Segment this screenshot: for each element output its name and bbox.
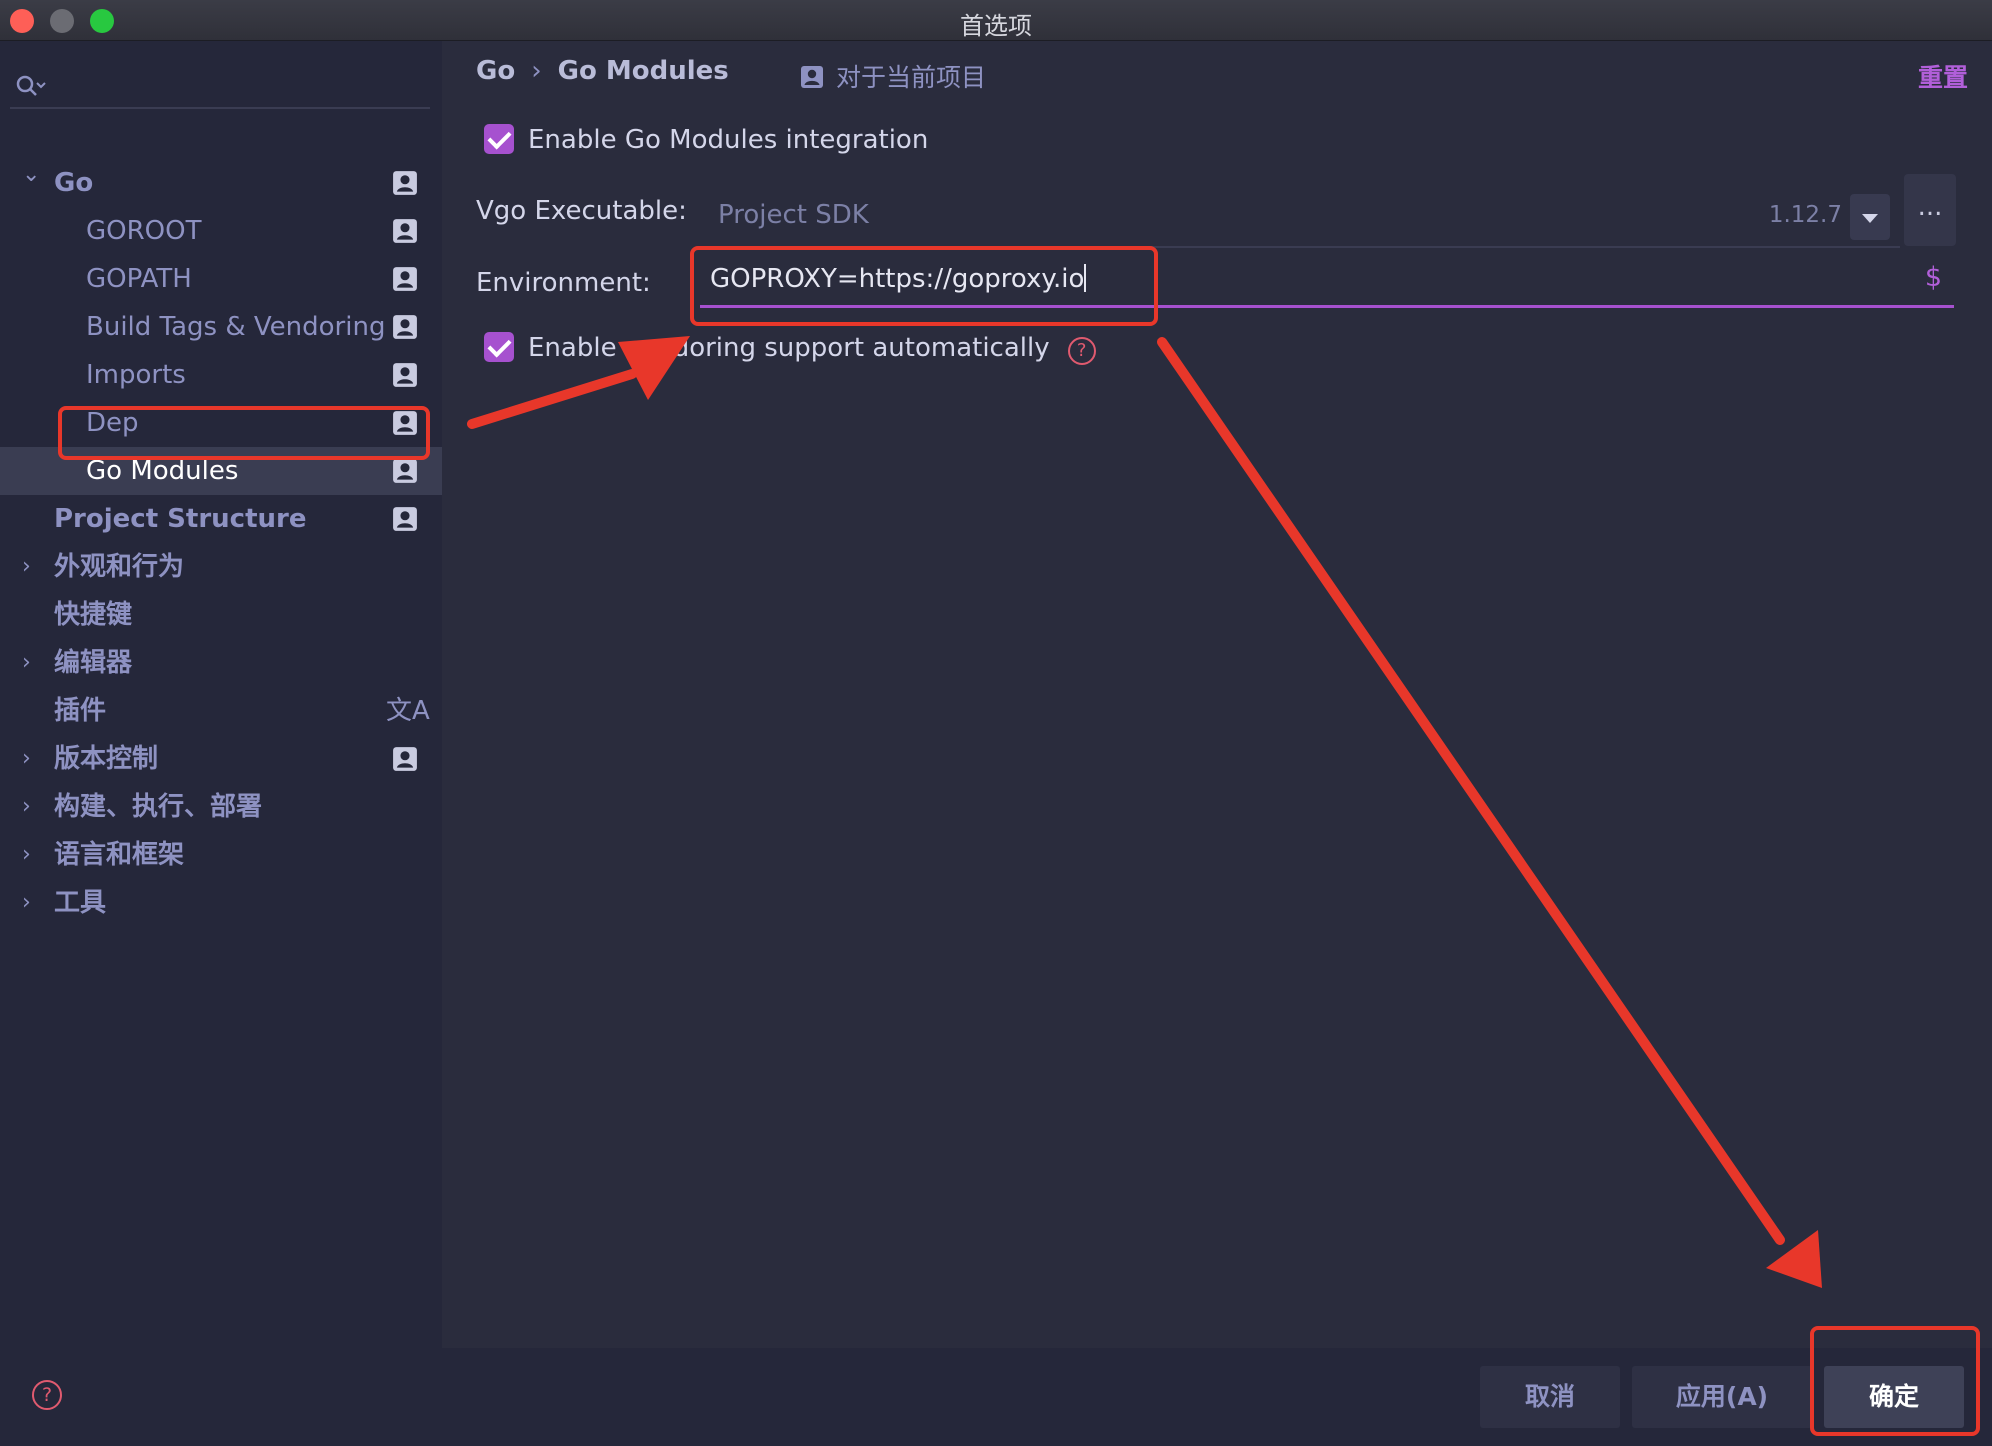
sidebar-item-item-9[interactable]: 快捷键 <box>0 591 442 639</box>
project-icon <box>393 747 417 771</box>
vgo-executable-value: Project SDK <box>718 200 869 230</box>
chevron-down-icon[interactable] <box>1850 194 1890 240</box>
sidebar-item-label: Go <box>54 168 94 198</box>
chevron-right-icon[interactable]: › <box>22 639 31 687</box>
sidebar-item-imports[interactable]: Imports <box>0 351 442 399</box>
vgo-executable-select[interactable]: Project SDK 1.12.7 <box>700 186 1900 248</box>
sdk-version: 1.12.7 <box>1768 202 1842 228</box>
search-icon <box>16 75 46 96</box>
sidebar-item-build-tags-vendoring[interactable]: Build Tags & Vendoring <box>0 303 442 351</box>
sidebar-item-goroot[interactable]: GOROOT <box>0 207 442 255</box>
project-icon <box>393 411 417 435</box>
sidebar-item-label: GOROOT <box>86 216 202 246</box>
environment-label: Environment: <box>476 268 651 298</box>
window-title: 首选项 <box>960 12 1032 40</box>
environment-input[interactable]: GOPROXY=https://goproxy.io $ <box>700 252 1954 308</box>
enable-modules-row[interactable]: Enable Go Modules integration <box>484 124 928 155</box>
sidebar-item-gopath[interactable]: GOPATH <box>0 255 442 303</box>
sidebar-item-project-structure[interactable]: Project Structure <box>0 495 442 543</box>
chevron-right-icon[interactable]: › <box>22 735 31 783</box>
sidebar-item-label: 工具 <box>54 888 107 918</box>
sidebar-item-label: 插件 <box>54 696 107 726</box>
project-icon <box>393 507 417 531</box>
chevron-right-icon[interactable]: › <box>22 783 31 831</box>
sidebar-item-label: 快捷键 <box>54 600 133 630</box>
project-icon <box>393 363 417 387</box>
project-icon <box>393 459 417 483</box>
project-icon <box>801 66 823 88</box>
vendoring-row[interactable]: Enable vendoring support automatically? <box>484 332 1096 365</box>
breadcrumb: Go › Go Modules <box>476 56 729 86</box>
vendoring-checkbox[interactable] <box>484 332 514 362</box>
ok-button[interactable]: 确定 <box>1824 1366 1964 1428</box>
help-icon[interactable]: ? <box>32 1380 62 1410</box>
sidebar-item-label: Imports <box>86 360 186 390</box>
sidebar-item-label: Dep <box>86 408 139 438</box>
apply-button[interactable]: 应用(A) <box>1632 1366 1812 1428</box>
sidebar-item-item-14[interactable]: › 语言和框架 <box>0 831 442 879</box>
text-caret <box>1084 264 1087 292</box>
project-icon <box>393 171 417 195</box>
sidebar-item-label: 编辑器 <box>54 648 133 678</box>
search-input[interactable] <box>52 67 422 103</box>
scope-indicator: 对于当前项目 <box>800 58 986 94</box>
project-icon <box>393 219 417 243</box>
sidebar-item-go[interactable]: ⌄ Go <box>0 159 442 207</box>
breadcrumb-item-go[interactable]: Go <box>476 56 515 86</box>
sidebar-item-label: 版本控制 <box>54 744 159 774</box>
project-icon <box>393 267 417 291</box>
project-icon <box>393 315 417 339</box>
enable-modules-label: Enable Go Modules integration <box>528 125 929 155</box>
sidebar-item-item-8[interactable]: › 外观和行为 <box>0 543 442 591</box>
arrow-to-ok-button <box>1157 337 1822 1288</box>
sidebar-item-label: 语言和框架 <box>54 840 185 870</box>
browse-button[interactable]: ... <box>1904 174 1956 246</box>
environment-value: GOPROXY=https://goproxy.io <box>710 264 1085 294</box>
breadcrumb-separator: › <box>531 56 542 86</box>
sidebar-item-label: Build Tags & Vendoring <box>86 312 386 342</box>
scope-label: 对于当前项目 <box>836 63 987 92</box>
dollar-icon[interactable]: $ <box>1925 262 1942 293</box>
sidebar-item-label: 构建、执行、部署 <box>54 792 263 822</box>
sidebar-item-item-15[interactable]: › 工具 <box>0 879 442 927</box>
sidebar-item-dep[interactable]: Dep <box>0 399 442 447</box>
translate-icon: 文A <box>386 696 430 726</box>
sidebar-item-label: GOPATH <box>86 264 192 294</box>
sidebar-item-label: Project Structure <box>54 504 307 534</box>
reset-link[interactable]: 重置 <box>1918 58 1968 94</box>
sidebar-item-item-10[interactable]: › 编辑器 <box>0 639 442 687</box>
help-icon[interactable]: ? <box>1067 337 1096 365</box>
sidebar-search <box>10 61 430 109</box>
sidebar-item-go-modules[interactable]: Go Modules <box>0 447 442 495</box>
breadcrumb-item-go-modules: Go Modules <box>557 56 729 86</box>
chevron-right-icon[interactable]: › <box>22 879 31 927</box>
enable-modules-checkbox[interactable] <box>484 124 514 154</box>
dialog-footer: ? 取消 应用(A) 确定 <box>0 1348 1992 1446</box>
settings-sidebar: ⌄ Go GOROOT GOPATH Build Tags & Vendoring Imp… <box>0 41 442 1348</box>
sidebar-item-item-13[interactable]: › 构建、执行、部署 <box>0 783 442 831</box>
vgo-executable-label: Vgo Executable: <box>476 196 687 226</box>
title-bar: 首选项 <box>0 0 1992 41</box>
sidebar-item-item-12[interactable]: › 版本控制 <box>0 735 442 783</box>
cancel-button[interactable]: 取消 <box>1480 1366 1620 1428</box>
sidebar-item-label: Go Modules <box>86 456 239 486</box>
chevron-right-icon[interactable]: › <box>22 831 31 879</box>
sidebar-item-item-11[interactable]: 插件 文A <box>0 687 442 735</box>
chevron-right-icon[interactable]: › <box>22 543 31 591</box>
chevron-down-icon[interactable]: ⌄ <box>22 151 40 199</box>
sidebar-item-label: 外观和行为 <box>54 552 185 582</box>
vendoring-label: Enable vendoring support automatically <box>528 333 1050 363</box>
